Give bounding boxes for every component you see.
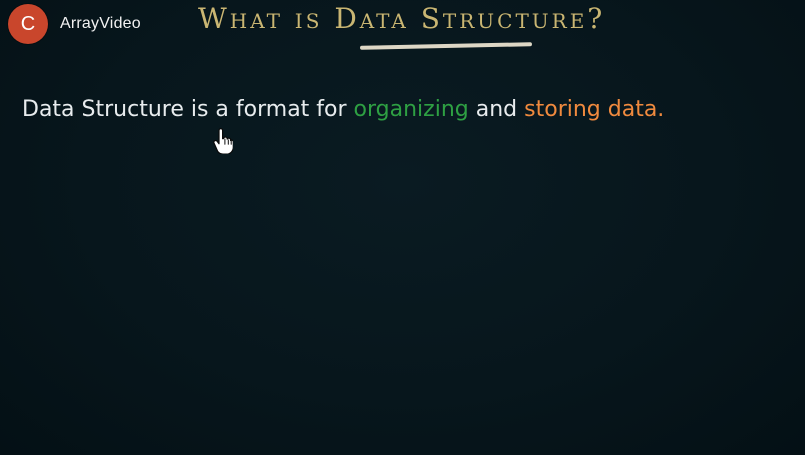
definition-highlight-storing-data: storing data.: [524, 97, 665, 122]
hand-pointer-icon: [213, 128, 233, 154]
definition-text: Data Structure is a format for organizin…: [22, 97, 782, 122]
definition-part-2: and: [468, 97, 525, 122]
title-underline: [359, 42, 533, 50]
channel-avatar[interactable]: C: [8, 4, 48, 44]
video-frame[interactable]: C ArrayVideo What is Data Structure? Dat…: [0, 0, 805, 455]
definition-part-1: Data Structure is a format for: [22, 97, 354, 122]
channel-title[interactable]: ArrayVideo: [60, 15, 141, 33]
channel-avatar-letter: C: [20, 12, 36, 35]
slide-title: What is Data Structure?: [198, 2, 606, 35]
channel-bar: C ArrayVideo: [8, 4, 141, 44]
definition-highlight-organizing: organizing: [353, 97, 469, 122]
